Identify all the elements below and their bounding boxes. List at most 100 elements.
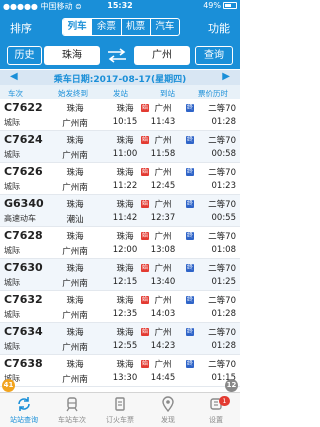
train-number: C7630 <box>4 261 43 274</box>
price: 二等70 <box>208 360 236 370</box>
segment-tickets[interactable]: 余票 <box>91 19 120 35</box>
to-station-field[interactable]: 广州 <box>134 46 190 65</box>
tab-ticket[interactable]: 订火车票 <box>96 393 144 427</box>
duration: 01:23 <box>211 181 237 191</box>
depart-station: 珠海 <box>116 360 134 370</box>
terminal-station: 广州南 <box>62 151 88 161</box>
duration: 01:28 <box>211 341 237 351</box>
arrive-time: 11:58 <box>150 149 176 159</box>
table-row[interactable]: G6340 高速动车 珠海 潮汕 11:42 12:37 00:55 二等70 珠海 广州始 终 <box>0 195 240 227</box>
duration: 01:28 <box>211 117 237 127</box>
arrive-time: 13:40 <box>150 277 176 287</box>
start-station-badge: 始 <box>141 104 149 112</box>
tab-refresh[interactable]: 站站查询 <box>0 393 48 427</box>
history-button[interactable]: 历史 <box>7 46 42 65</box>
right-float-badge[interactable]: 12 <box>225 379 238 392</box>
origin-station: 珠海 <box>66 200 84 210</box>
column-route[interactable]: 始发终到 <box>58 88 88 99</box>
table-row[interactable]: C7626 城际 珠海 广州南 11:22 12:45 01:23 二等70 珠海 广州始 终 <box>0 163 240 195</box>
end-station-badge: 终 <box>186 200 194 208</box>
origin-station: 珠海 <box>66 296 84 306</box>
table-row[interactable]: C7624 城际 珠海 广州南 11:00 11:58 00:58 二等70 珠海 广州始 终 <box>0 131 240 163</box>
train-number: C7626 <box>4 165 43 178</box>
left-float-badge[interactable]: 41 <box>2 379 15 392</box>
function-button[interactable]: 功能 <box>208 20 230 36</box>
origin-station: 珠海 <box>66 264 84 274</box>
price: 二等70 <box>208 168 236 178</box>
arrive-station: 广州 <box>154 264 172 274</box>
arrive-station: 广州 <box>154 232 172 242</box>
nav-bar: 排序 列车 余票 机票 汽车 功能 <box>0 13 240 42</box>
arrive-time: 11:43 <box>150 117 176 127</box>
table-row[interactable]: C7638 城际 珠海 广州南 13:30 14:45 01:15 二等70 珠海 广州始终 <box>0 355 240 387</box>
end-station-badge: 终 <box>186 328 194 336</box>
price: 二等70 <box>208 200 236 210</box>
tab-label: 订火车票 <box>106 416 134 424</box>
depart-station: 珠海 <box>116 104 134 114</box>
query-button[interactable]: 查询 <box>195 46 233 65</box>
train-type: 城际 <box>4 342 20 351</box>
table-row[interactable]: C7628 城际 珠海 广州南 12:00 13:08 01:08 二等70 珠海 广州始 终 <box>0 227 240 259</box>
train-number: C7628 <box>4 229 43 242</box>
depart-time: 11:22 <box>112 181 138 191</box>
segment-bus[interactable]: 汽车 <box>149 19 179 35</box>
train-number: G6340 <box>4 197 44 210</box>
column-depart[interactable]: 发站 <box>113 88 128 99</box>
depart-station: 珠海 <box>116 328 134 338</box>
arrive-station: 广州 <box>154 360 172 370</box>
origin-station: 珠海 <box>66 360 84 370</box>
train-type: 城际 <box>4 182 20 191</box>
depart-time: 12:15 <box>112 277 138 287</box>
table-row[interactable]: C7634 城际 珠海 广州南 12:55 14:23 01:28 二等70 珠海 广州始 终 <box>0 323 240 355</box>
sort-button[interactable]: 排序 <box>10 20 32 36</box>
price: 二等70 <box>208 296 236 306</box>
table-header: 车次 始发终到 发站 到站 票价历时 <box>0 85 240 99</box>
start-station-badge: 始 <box>141 360 149 368</box>
start-station-badge: 始 <box>141 136 149 144</box>
swap-icon[interactable] <box>106 48 128 63</box>
depart-time: 12:00 <box>112 245 138 255</box>
start-station-badge: 始 <box>141 296 149 304</box>
tab-location[interactable]: 发现 <box>144 393 192 427</box>
column-arrive[interactable]: 到站 <box>160 88 175 99</box>
tab-label: 设置 <box>209 416 223 424</box>
train-list: C7622 城际 珠海 广州南 10:15 11:43 01:28 二等70 珠海 广州始终 C76… <box>0 99 240 387</box>
arrive-station: 广州 <box>154 136 172 146</box>
train-number: C7634 <box>4 325 43 338</box>
start-station-badge: 始 <box>141 264 149 272</box>
notification-badge: 1 <box>219 396 230 406</box>
arrive-station: 广州 <box>154 200 172 210</box>
tab-gear[interactable]: 设置 1 <box>192 393 240 427</box>
column-price-duration[interactable]: 票价历时 <box>198 88 228 99</box>
tab-label: 站站查询 <box>10 416 38 424</box>
table-row[interactable]: C7632 城际 珠海 广州南 12:35 14:03 01:28 二等70 珠海 广州始 终 <box>0 291 240 323</box>
segment-flights[interactable]: 机票 <box>120 19 150 35</box>
tab-label: 发现 <box>161 416 175 424</box>
start-station-badge: 始 <box>141 168 149 176</box>
terminal-station: 广州南 <box>62 279 88 289</box>
arrive-time: 12:45 <box>150 181 176 191</box>
end-station-badge: 终 <box>186 360 194 368</box>
travel-date[interactable]: 乘车日期:2017-08-17(星期四) <box>0 72 240 85</box>
duration: 01:28 <box>211 309 237 319</box>
depart-time: 11:42 <box>112 213 138 223</box>
depart-time: 10:15 <box>112 117 138 127</box>
train-number: C7638 <box>4 357 43 370</box>
route-bar: 历史 珠海 广州 查询 <box>0 42 240 69</box>
arrive-station: 广州 <box>154 104 172 114</box>
segment-train[interactable]: 列车 <box>63 19 92 35</box>
train-number: C7622 <box>4 101 43 114</box>
terminal-station: 广州南 <box>62 343 88 353</box>
start-station-badge: 始 <box>141 328 149 336</box>
from-station-field[interactable]: 珠海 <box>44 46 100 65</box>
tab-train[interactable]: 车站车次 <box>48 393 96 427</box>
date-bar: ◀ 乘车日期:2017-08-17(星期四) ▶ <box>0 70 240 85</box>
column-train-no[interactable]: 车次 <box>8 88 23 99</box>
tab-bar: 站站查询 车站车次 订火车票 发现 设置 1 <box>0 392 240 427</box>
depart-time: 11:00 <box>112 149 138 159</box>
next-day-icon[interactable]: ▶ <box>222 71 230 82</box>
table-row[interactable]: C7630 城际 珠海 广州南 12:15 13:40 01:25 二等70 珠海 广州始 终 <box>0 259 240 291</box>
origin-station: 珠海 <box>66 136 84 146</box>
table-row[interactable]: C7622 城际 珠海 广州南 10:15 11:43 01:28 二等70 珠海 广州始 终 <box>0 99 240 131</box>
depart-time: 13:30 <box>112 373 138 383</box>
